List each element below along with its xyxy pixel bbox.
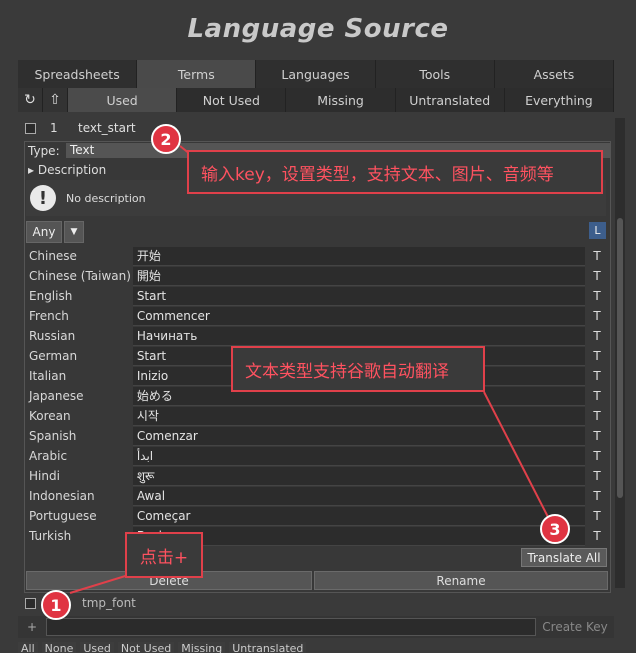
annotation-3-marker: 3 — [540, 514, 570, 544]
annotation-2-marker: 2 — [151, 124, 181, 154]
annotation-3-callout: 文本类型支持谷歌自动翻译 — [231, 346, 485, 392]
annotation-1-callout: 点击+ — [125, 532, 203, 578]
annotation-lines — [69, 145, 549, 594]
annotation-1-marker: 1 — [41, 590, 71, 620]
annotation-2-callout: 输入key，设置类型，支持文本、图片、音频等 — [187, 150, 603, 194]
